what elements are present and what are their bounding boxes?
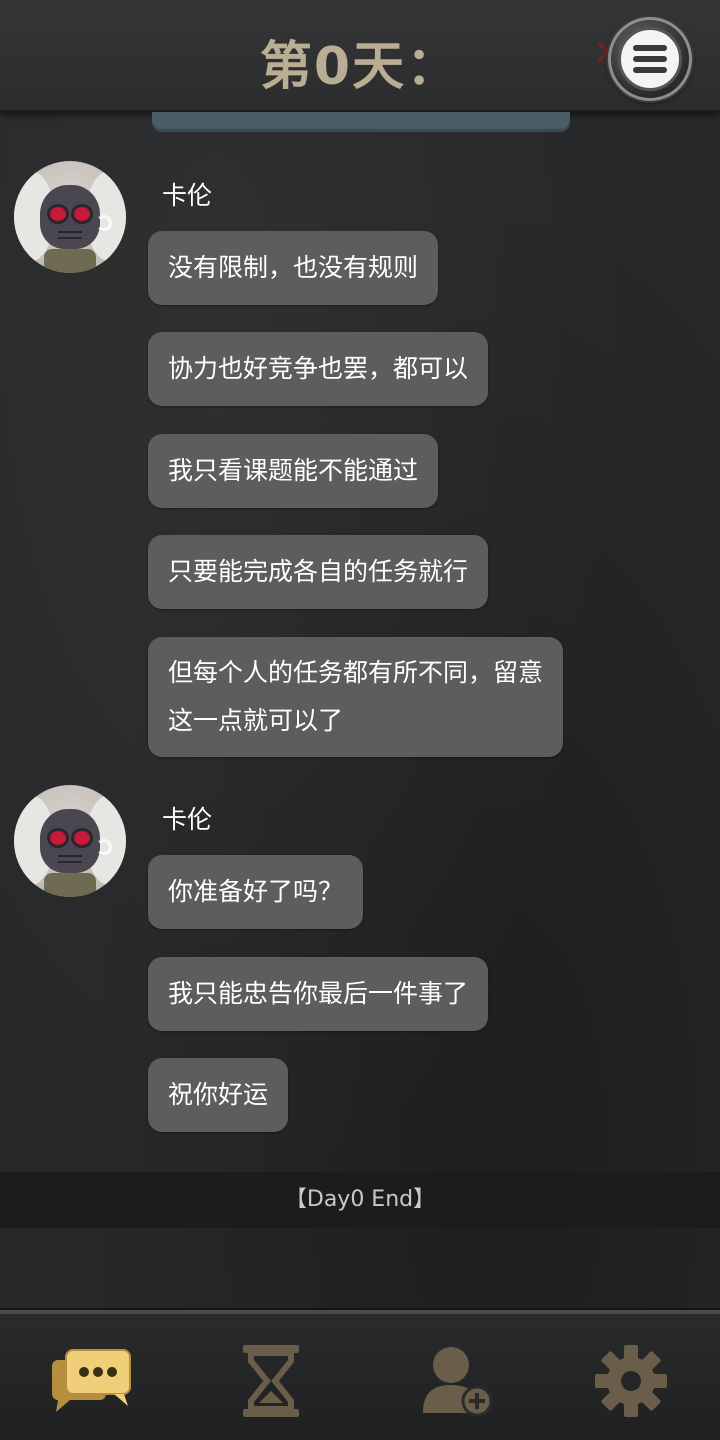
nav-timer-button[interactable] xyxy=(226,1336,316,1426)
message-bubble: 祝你好运 xyxy=(148,1058,289,1132)
header-tab-strip xyxy=(152,112,570,132)
message-bubble: 协力也好竞争也罢，都可以 xyxy=(148,332,489,406)
nav-chat-button[interactable] xyxy=(46,1336,136,1426)
message-bubble: 我只能忠告你最后一件事了 xyxy=(148,957,489,1031)
gear-icon xyxy=(595,1345,667,1417)
day-end-marker: 【Day0 End】 xyxy=(0,1172,720,1228)
top-header: 第0天： ✕ xyxy=(0,0,720,112)
message-bubble: 你准备好了吗？ xyxy=(148,855,364,929)
hamburger-icon xyxy=(618,27,682,91)
chat-bubbles-icon xyxy=(52,1349,131,1412)
avatar-skull-mask-icon[interactable] xyxy=(14,785,126,897)
message-bubble: 只要能完成各自的任务就行 xyxy=(148,535,489,609)
hourglass-icon xyxy=(243,1345,299,1417)
message-bubble: 我只看课题能不能通过 xyxy=(148,434,439,508)
sender-name: 卡伦 xyxy=(162,181,213,210)
nav-add-contact-button[interactable] xyxy=(412,1336,502,1426)
sender-name: 卡伦 xyxy=(162,805,213,834)
message-bubble: 但每个人的任务都有所不同，留意 这一点就可以了 xyxy=(148,637,564,757)
message-bubble: 没有限制，也没有规则 xyxy=(148,231,439,305)
bottom-nav xyxy=(0,1310,720,1440)
menu-button[interactable] xyxy=(608,17,692,101)
app-screen: 第0天： ✕ 卡伦 没有限制，也没有规则 协力也好竞争也罢，都可以 我只看课题能… xyxy=(0,0,720,1440)
nav-settings-button[interactable] xyxy=(586,1336,676,1426)
avatar-skull-mask-icon[interactable] xyxy=(14,161,126,273)
add-user-icon xyxy=(423,1347,493,1417)
